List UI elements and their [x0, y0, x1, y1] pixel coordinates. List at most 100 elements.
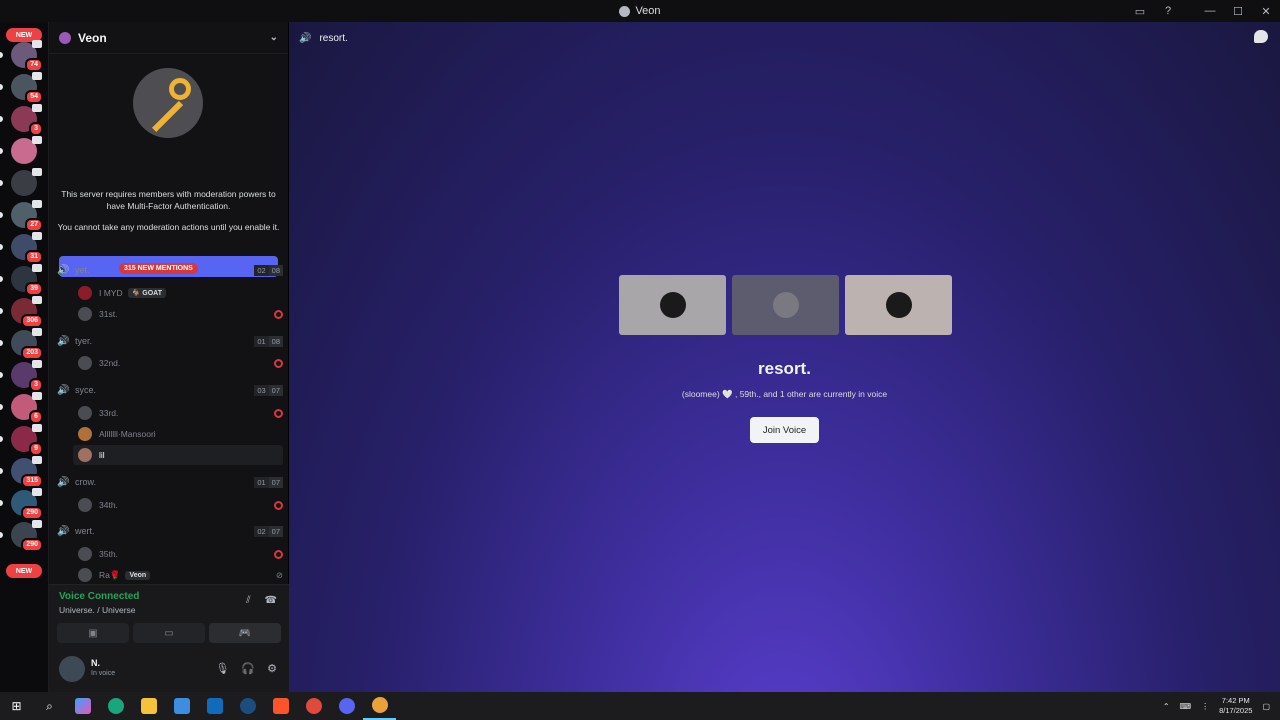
server-icon[interactable] — [11, 168, 42, 196]
search-icon: ⌕ — [46, 698, 53, 713]
mention-badge: 31 — [25, 250, 43, 264]
voice-user[interactable]: 35th. — [73, 544, 283, 564]
voice-channel-path[interactable]: Universe. / Universe — [59, 605, 136, 615]
start-button[interactable]: ⊞ — [0, 692, 33, 720]
channel-name: crow. — [75, 477, 97, 487]
speaker-icon: 🔊 — [57, 525, 70, 537]
voice-user[interactable]: 31st. — [73, 304, 283, 324]
user-limit-counter: 01 07 — [254, 476, 283, 488]
taskbar-app[interactable] — [198, 692, 231, 720]
mention-badge: 290 — [21, 506, 43, 520]
screen-share-button[interactable]: ▭ — [133, 623, 205, 643]
server-icon[interactable]: 290 — [11, 520, 43, 552]
unread-indicator — [0, 276, 3, 282]
user-name: Alllllll·Mansoori — [99, 429, 156, 439]
user-limit-counter: 03 07 — [254, 384, 283, 396]
server-rail: NEW NEW 74 54 3 27 31 39 306 203 3 6 9 315 290 290 — [0, 22, 48, 692]
taskbar-app[interactable] — [99, 692, 132, 720]
taskbar-app[interactable] — [231, 692, 264, 720]
server-icon[interactable]: 203 — [11, 328, 43, 360]
avatar[interactable] — [59, 656, 85, 682]
server-icon[interactable]: 39 — [11, 264, 43, 296]
search-button[interactable]: ⌕ — [33, 692, 66, 720]
chrome-icon — [305, 698, 322, 714]
voice-user[interactable]: Ra🌹 Veon ⊘ — [73, 565, 283, 584]
taskbar-app[interactable] — [132, 692, 165, 720]
voice-user[interactable]: 34th. — [73, 495, 283, 515]
server-icon[interactable]: 54 — [11, 72, 43, 104]
minimize-button[interactable]: — — [1196, 0, 1224, 22]
taskbar-app[interactable] — [165, 692, 198, 720]
taskbar-app[interactable] — [66, 692, 99, 720]
server-icon[interactable]: 9 — [11, 424, 43, 456]
server-icon[interactable] — [11, 136, 42, 164]
voice-channel-tyer[interactable]: 🔊 tyer. 01 08 — [57, 331, 283, 351]
mention-badge: 74 — [25, 58, 43, 72]
keyboard-icon[interactable]: ⌨ — [1180, 702, 1192, 711]
server-icon[interactable]: 315 — [11, 456, 43, 488]
inbox-icon[interactable]: ▭ — [1126, 0, 1154, 22]
join-voice-button[interactable]: Join Voice — [750, 417, 819, 443]
voice-channel-syce[interactable]: 🔊 syce. 03 07 — [57, 380, 283, 400]
mention-badge: 203 — [21, 346, 43, 360]
settings-gear-icon[interactable]: ⚙ — [267, 662, 277, 675]
mention-badge: 3 — [29, 378, 43, 392]
clock[interactable]: 7:42 PM 8/17/2025 — [1219, 696, 1252, 716]
channel-name: syce. — [75, 385, 97, 395]
server-header[interactable]: Veon ⌄ — [49, 22, 288, 54]
voice-user[interactable]: I MYD 🐐 GOAT — [73, 283, 283, 303]
noise-suppression-icon[interactable]: ⫽ — [246, 595, 250, 606]
voice-user[interactable]: 32nd. — [73, 353, 283, 373]
taskbar-app-active[interactable] — [363, 692, 396, 720]
app-logo-icon — [619, 5, 631, 17]
speaker-icon: 🔊 — [57, 335, 70, 347]
speaker-status-icon — [32, 424, 42, 432]
server-icon[interactable]: 290 — [11, 488, 43, 520]
voice-user[interactable]: Alllllll·Mansoori — [73, 424, 283, 444]
mention-badge: 27 — [25, 218, 43, 232]
unread-indicator — [0, 468, 3, 474]
user-name: 35th. — [99, 549, 118, 559]
participant-tile[interactable] — [619, 275, 726, 335]
taskbar-app[interactable] — [264, 692, 297, 720]
network-icon[interactable]: ⋮ — [1201, 702, 1209, 711]
chat-bubble-icon[interactable] — [1254, 30, 1268, 43]
server-icon[interactable]: 306 — [11, 296, 43, 328]
activity-button[interactable]: 🎮 — [209, 623, 281, 643]
help-icon[interactable]: ? — [1154, 0, 1182, 22]
voice-connection-panel: Voice Connected Universe. / Universe ⫽ ☎… — [49, 584, 289, 648]
voice-connected-status[interactable]: Voice Connected — [59, 591, 139, 602]
voice-channel-wert[interactable]: 🔊 wert. 02 07 — [57, 521, 283, 541]
avatar — [78, 406, 92, 420]
channel-sidebar: Veon ⌄ This server requires members with… — [48, 22, 289, 692]
participant-tile[interactable] — [845, 275, 952, 335]
new-mentions-pill[interactable]: 315 NEW MENTIONS — [119, 263, 198, 274]
mention-badge: 6 — [29, 410, 43, 424]
server-icon[interactable]: 3 — [11, 104, 43, 136]
headphones-icon[interactable]: 🎧 — [241, 662, 255, 675]
mention-badge: 54 — [25, 90, 43, 104]
voice-user[interactable]: lil — [73, 445, 283, 465]
disconnect-icon[interactable]: ☎ — [265, 595, 277, 606]
voice-channel-crow[interactable]: 🔊 crow. 01 07 — [57, 472, 283, 492]
microphone-icon[interactable]: 🎙 — [215, 662, 229, 675]
close-button[interactable]: ✕ — [1252, 0, 1280, 22]
server-icon[interactable]: 74 — [11, 40, 43, 72]
taskbar-app[interactable] — [297, 692, 330, 720]
user-name: I MYD — [99, 288, 123, 298]
maximize-button[interactable]: ☐ — [1224, 0, 1252, 22]
voice-user[interactable]: 33rd. — [73, 403, 283, 423]
server-icon[interactable]: 6 — [11, 392, 43, 424]
chevron-up-icon[interactable]: ⌃ — [1163, 702, 1170, 711]
taskbar-app[interactable] — [330, 692, 363, 720]
notification-icon[interactable]: ▢ — [1262, 702, 1270, 711]
camera-button[interactable]: ▣ — [57, 623, 129, 643]
new-unreads-pill-bottom[interactable]: NEW — [6, 564, 42, 578]
participant-tile[interactable] — [732, 275, 839, 335]
server-icon[interactable]: 31 — [11, 232, 43, 264]
unread-indicator — [0, 180, 3, 186]
stream-icon — [274, 309, 283, 319]
server-icon[interactable]: 27 — [11, 200, 43, 232]
veon-app-icon — [371, 697, 388, 713]
server-icon[interactable]: 3 — [11, 360, 43, 392]
